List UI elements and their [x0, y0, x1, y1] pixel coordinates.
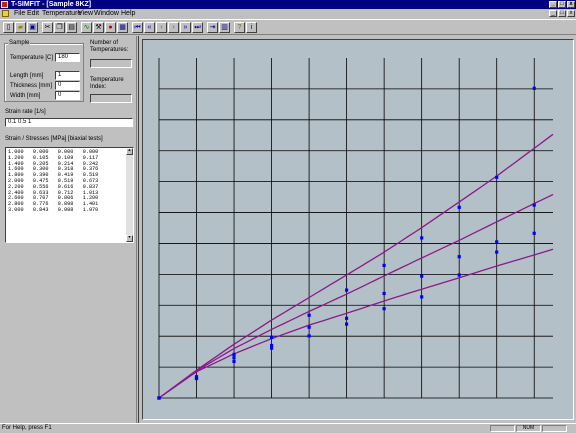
- toolbar: ▯ ▰ ▣ ✂ ❐ ▤ ∿ ⚒ ● ▦ ⏮ « ‹ › » ⏭ ⇥ ▥ ? i: [0, 19, 576, 35]
- tool-icon[interactable]: ⚒: [93, 22, 104, 33]
- data-point: [382, 291, 386, 296]
- temperature-label: Temperature [C]: [10, 55, 54, 61]
- stress-strain-chart: [157, 58, 554, 400]
- nav-next-fast-icon[interactable]: »: [180, 22, 191, 33]
- document-icon[interactable]: [2, 10, 9, 17]
- thickness-field[interactable]: 0: [55, 81, 80, 90]
- number-of-temperatures-field: [90, 59, 132, 68]
- data-point: [270, 343, 274, 348]
- app-icon[interactable]: [1, 1, 8, 8]
- data-point: [232, 356, 236, 360]
- plot-area[interactable]: [142, 39, 574, 420]
- nav-first-icon[interactable]: ⏮: [132, 22, 143, 33]
- title-bar: T-SIMFIT - [Sample 8KZ] _ □ x: [0, 0, 576, 9]
- strain-rate-field[interactable]: 0.1 0.5 1: [5, 118, 133, 127]
- data-point: [532, 86, 536, 90]
- sample-group-label: Sample: [8, 39, 31, 47]
- scroll-down-icon[interactable]: ▼: [126, 235, 133, 242]
- data-point: [382, 263, 386, 267]
- data-point: [495, 240, 499, 244]
- data-point: [345, 322, 349, 326]
- data-point: [457, 205, 461, 209]
- maximize-icon[interactable]: □: [558, 1, 566, 8]
- data-point: [345, 316, 349, 320]
- menu-help[interactable]: Help: [121, 9, 135, 19]
- data-point: [457, 255, 461, 259]
- stresses-textarea[interactable]: 1.000 0.000 0.000 0.000 1.200 0.105 0.10…: [5, 147, 134, 243]
- data-point: [382, 307, 386, 311]
- mdi-minimize-icon[interactable]: _: [549, 10, 557, 17]
- nav-last-icon[interactable]: ⏭: [192, 22, 203, 33]
- info-icon[interactable]: i: [246, 22, 257, 33]
- data-point: [532, 231, 536, 235]
- new-file-icon[interactable]: ▯: [3, 22, 14, 33]
- app-window: T-SIMFIT - [Sample 8KZ] _ □ x File Edit …: [0, 0, 576, 432]
- data-point: [232, 359, 236, 364]
- data-point: [345, 288, 349, 292]
- data-point: [457, 273, 461, 277]
- data-point: [157, 396, 161, 400]
- data-point: [270, 335, 274, 339]
- nav-next-icon[interactable]: ›: [168, 22, 179, 33]
- window-title: T-SIMFIT - [Sample 8KZ]: [11, 1, 92, 8]
- width-field[interactable]: 0: [55, 91, 80, 100]
- menu-edit[interactable]: Edit: [27, 9, 39, 19]
- data-point: [194, 376, 199, 381]
- close-icon[interactable]: x: [567, 1, 575, 8]
- data-point: [495, 175, 499, 179]
- save-icon[interactable]: ▣: [27, 22, 38, 33]
- thickness-label: Thickness [mm]: [10, 83, 53, 89]
- open-folder-icon[interactable]: ▰: [15, 22, 26, 33]
- menu-view[interactable]: View: [78, 9, 93, 19]
- plot-panel: [138, 36, 576, 423]
- stresses-label: Strain / Stresses [MPa] [biaxial tests]: [5, 136, 103, 142]
- paste-icon[interactable]: ▤: [66, 22, 77, 33]
- copy-icon[interactable]: ❐: [54, 22, 65, 33]
- export-icon[interactable]: ⇥: [207, 22, 218, 33]
- data-point: [307, 334, 311, 338]
- mdi-close-icon[interactable]: x: [567, 10, 575, 17]
- number-of-temperatures-label: Number of Temperatures:: [90, 40, 129, 53]
- temperature-field[interactable]: 180: [55, 53, 80, 62]
- nav-prev-icon[interactable]: ‹: [156, 22, 167, 33]
- status-pane-num: NUM: [516, 425, 541, 432]
- mdi-client: Sample Temperature [C] 180 Length [mm] 1…: [0, 36, 576, 423]
- scroll-up-icon[interactable]: ▲: [126, 148, 133, 155]
- data-point: [420, 295, 424, 299]
- chart-icon[interactable]: ▦: [117, 22, 128, 33]
- table-icon[interactable]: ▥: [219, 22, 230, 33]
- nav-prev-fast-icon[interactable]: «: [144, 22, 155, 33]
- data-point: [420, 274, 424, 278]
- menu-temperature[interactable]: Temperature: [42, 9, 81, 19]
- data-point: [495, 250, 499, 254]
- mdi-restore-icon[interactable]: □: [558, 10, 566, 17]
- curve-icon[interactable]: ∿: [81, 22, 92, 33]
- menu-window[interactable]: Window: [94, 9, 119, 19]
- data-point: [232, 352, 236, 356]
- menu-file[interactable]: File: [14, 9, 25, 19]
- fitted-curve: [158, 248, 554, 399]
- input-panel: Sample Temperature [C] 180 Length [mm] 1…: [0, 36, 137, 423]
- temperature-index-field: [90, 94, 132, 103]
- status-pane-1: [490, 425, 515, 432]
- stress-row: 3.000 0.843 0.988 1.970: [8, 206, 99, 213]
- cut-icon[interactable]: ✂: [42, 22, 53, 33]
- data-point: [420, 236, 424, 240]
- strain-rate-label: Strain rate [1/s]: [5, 109, 46, 115]
- data-point: [532, 203, 536, 207]
- length-field[interactable]: 1: [55, 71, 80, 80]
- menu-bar: File Edit Temperature View Window Help: [0, 9, 576, 19]
- length-label: Length [mm]: [10, 73, 44, 79]
- data-point: [307, 313, 311, 317]
- width-label: Width [mm]: [10, 93, 41, 99]
- data-point: [307, 325, 311, 329]
- status-bar: For Help, press F1 NUM: [0, 423, 576, 432]
- help-icon[interactable]: ?: [234, 22, 245, 33]
- stop-icon[interactable]: ●: [105, 22, 116, 33]
- temperature-index-label: Temperature Index:: [90, 77, 124, 90]
- minimize-icon[interactable]: _: [549, 1, 557, 8]
- vertical-scrollbar[interactable]: ▲ ▼: [126, 148, 133, 242]
- status-pane-3: [542, 425, 567, 432]
